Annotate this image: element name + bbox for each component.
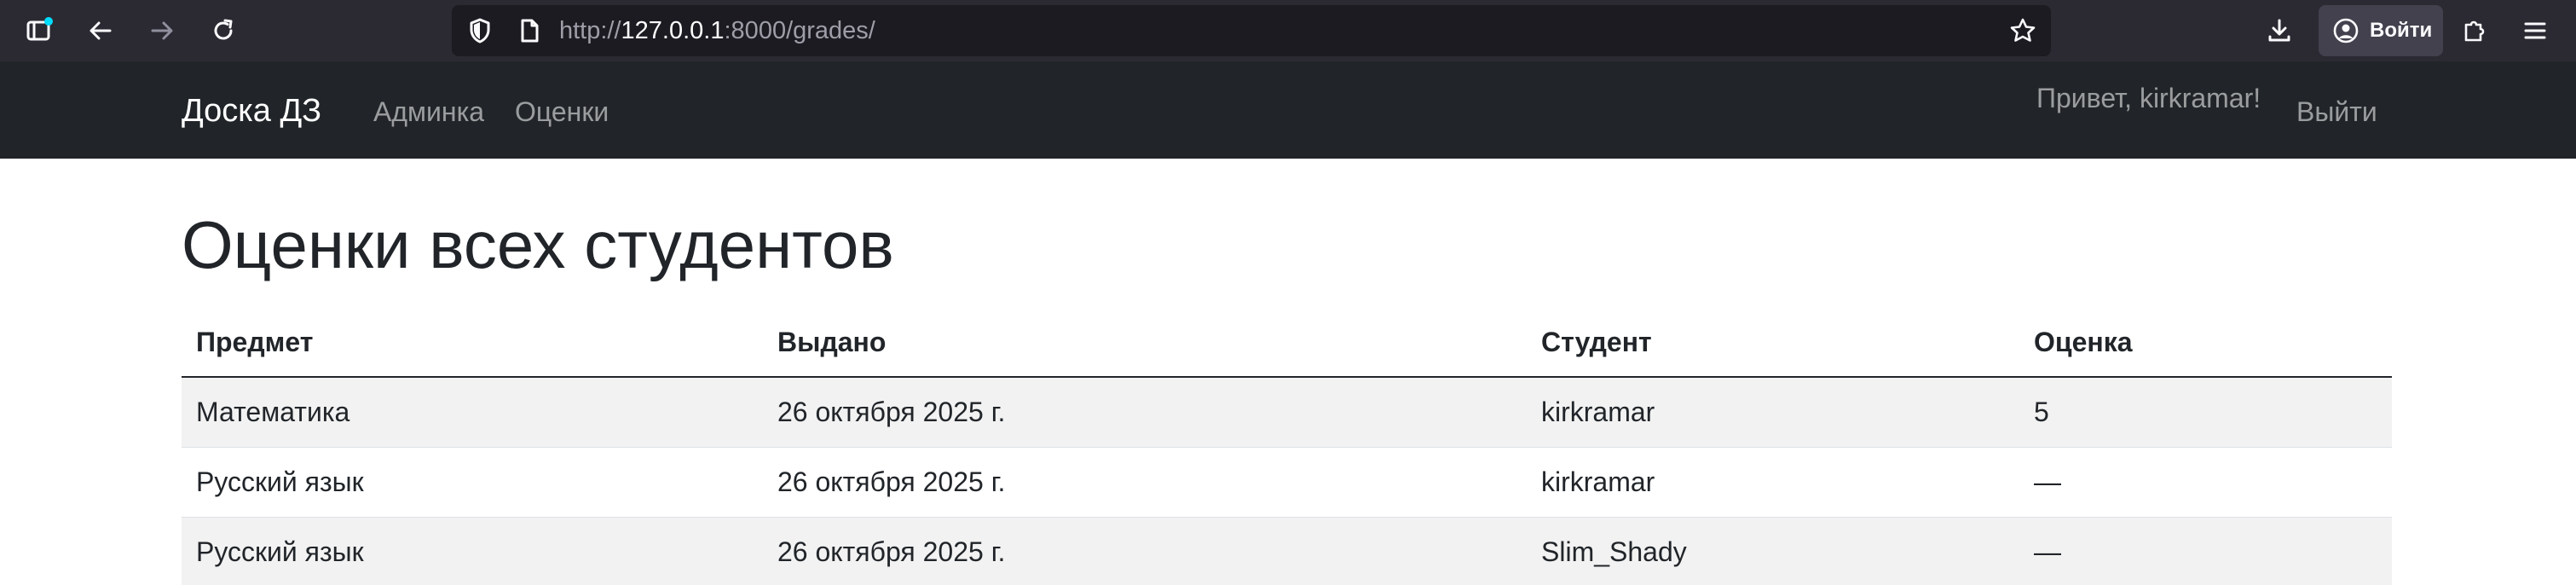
downloads-button[interactable] bbox=[2259, 10, 2300, 51]
grades-table: Предмет Выдано Студент Оценка Математика… bbox=[182, 309, 2392, 585]
cell-grade: — bbox=[2019, 517, 2392, 585]
table-header-row: Предмет Выдано Студент Оценка bbox=[182, 309, 2392, 378]
page-icon[interactable] bbox=[515, 16, 544, 45]
site-navbar: Доска ДЗ Админка Оценки Привет, kirkrama… bbox=[0, 61, 2576, 159]
sidebar-icon bbox=[26, 17, 53, 41]
column-header-grade: Оценка bbox=[2019, 309, 2392, 378]
cell-issued: 26 октября 2025 г. bbox=[763, 517, 1527, 585]
column-header-subject: Предмет bbox=[182, 309, 763, 378]
nav-link-grades[interactable]: Оценки bbox=[515, 96, 609, 128]
forward-button[interactable] bbox=[142, 10, 182, 51]
cell-subject: Русский язык bbox=[182, 447, 763, 518]
hamburger-icon bbox=[2524, 22, 2546, 39]
table-row: Русский язык 26 октября 2025 г. kirkrama… bbox=[182, 447, 2392, 518]
bookmark-star-icon[interactable] bbox=[2008, 16, 2037, 45]
sidebar-toggle-button[interactable] bbox=[19, 10, 60, 51]
cell-issued: 26 октября 2025 г. bbox=[763, 447, 1527, 518]
cell-grade: 5 bbox=[2019, 377, 2392, 448]
cell-grade: — bbox=[2019, 447, 2392, 518]
arrow-left-icon bbox=[90, 21, 112, 40]
account-signin-button[interactable]: Войти bbox=[2319, 5, 2443, 56]
table-row: Математика 26 октября 2025 г. kirkramar … bbox=[182, 377, 2392, 448]
table-row: Русский язык 26 октября 2025 г. Slim_Sha… bbox=[182, 517, 2392, 585]
arrow-right-icon bbox=[151, 21, 173, 40]
url-text: http://127.0.0.1:8000/grades/ bbox=[559, 17, 875, 44]
cell-student: Slim_Shady bbox=[1527, 517, 2019, 585]
back-button[interactable] bbox=[80, 10, 121, 51]
cell-student: kirkramar bbox=[1527, 447, 2019, 518]
address-bar[interactable]: http://127.0.0.1:8000/grades/ bbox=[452, 5, 2051, 56]
account-icon bbox=[2333, 18, 2359, 43]
extensions-button[interactable] bbox=[2453, 10, 2494, 51]
reload-button[interactable] bbox=[203, 10, 244, 51]
column-header-issued: Выдано bbox=[763, 309, 1527, 378]
browser-toolbar: http://127.0.0.1:8000/grades/ Войти bbox=[0, 0, 2576, 61]
puzzle-icon bbox=[2464, 20, 2485, 42]
download-icon bbox=[2268, 19, 2290, 42]
app-menu-button[interactable] bbox=[2515, 10, 2556, 51]
shield-icon[interactable] bbox=[465, 16, 494, 45]
logout-link[interactable]: Выйти bbox=[2296, 96, 2377, 128]
cell-student: kirkramar bbox=[1527, 377, 2019, 448]
cell-subject: Русский язык bbox=[182, 517, 763, 585]
cell-issued: 26 октября 2025 г. bbox=[763, 377, 1527, 448]
column-header-student: Студент bbox=[1527, 309, 2019, 378]
page-title: Оценки всех студентов bbox=[182, 207, 894, 282]
cell-subject: Математика bbox=[182, 377, 763, 448]
user-greeting: Привет, kirkramar! bbox=[2036, 83, 2261, 113]
brand-link[interactable]: Доска ДЗ bbox=[182, 92, 321, 130]
signin-label: Войти bbox=[2370, 19, 2433, 42]
reload-icon bbox=[214, 19, 233, 40]
nav-link-admin[interactable]: Админка bbox=[373, 96, 484, 128]
